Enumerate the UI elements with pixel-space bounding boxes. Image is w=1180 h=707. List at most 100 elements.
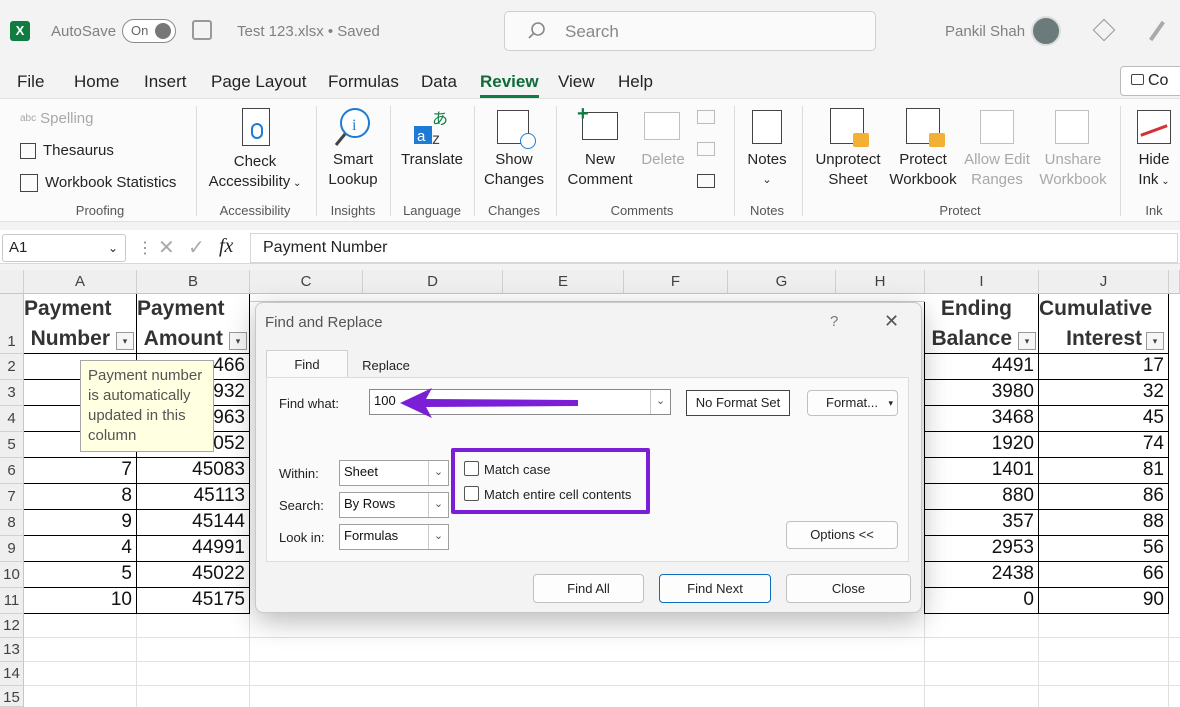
- cell-b6[interactable]: 45083: [137, 458, 250, 484]
- filter-dropdown-icon[interactable]: ▾: [1146, 332, 1164, 350]
- cell-b9[interactable]: 44991: [137, 536, 250, 562]
- cell-j5[interactable]: 74: [1039, 432, 1169, 458]
- column-header-k[interactable]: [1169, 270, 1180, 294]
- menu-help[interactable]: Help: [618, 72, 653, 92]
- menu-review[interactable]: Review: [480, 72, 539, 98]
- filter-dropdown-icon[interactable]: ▾: [1018, 332, 1036, 350]
- row-header-3[interactable]: 3: [0, 380, 24, 406]
- cell-b11[interactable]: 45175: [137, 588, 250, 614]
- cell-i4[interactable]: 3468: [925, 406, 1039, 432]
- menu-data[interactable]: Data: [421, 72, 457, 92]
- cell-a9[interactable]: 4: [24, 536, 137, 562]
- formula-input[interactable]: Payment Number: [250, 233, 1178, 263]
- filter-dropdown-icon[interactable]: ▾: [229, 332, 247, 350]
- unprotect-sheet-button[interactable]: Unprotect Sheet: [810, 150, 886, 190]
- check-accessibility-button[interactable]: Check Accessibility ⌄: [200, 152, 310, 194]
- enter-icon[interactable]: ✓: [188, 235, 205, 260]
- column-header-a[interactable]: A: [24, 270, 137, 294]
- find-next-button[interactable]: Find Next: [659, 574, 771, 603]
- cell-i7[interactable]: 880: [925, 484, 1039, 510]
- cell-i8[interactable]: 357: [925, 510, 1039, 536]
- insert-function-button[interactable]: fx: [219, 235, 233, 258]
- cell-b7[interactable]: 45113: [137, 484, 250, 510]
- protect-workbook-button[interactable]: Protect Workbook: [884, 150, 962, 190]
- chevron-down-icon[interactable]: ⌄: [650, 390, 670, 414]
- cell-j11[interactable]: 90: [1039, 588, 1169, 614]
- cell-j2[interactable]: 17: [1039, 354, 1169, 380]
- cell-j6[interactable]: 81: [1039, 458, 1169, 484]
- show-comments-icon[interactable]: [697, 174, 715, 188]
- cell-i11[interactable]: 0: [925, 588, 1039, 614]
- menu-insert[interactable]: Insert: [144, 72, 187, 92]
- corner-select-all[interactable]: [0, 270, 24, 294]
- smart-lookup-button[interactable]: Smart Lookup: [322, 150, 384, 190]
- help-button[interactable]: ?: [830, 313, 838, 330]
- new-comment-button[interactable]: New Comment: [562, 150, 638, 190]
- column-header-f[interactable]: F: [624, 270, 728, 294]
- avatar[interactable]: [1031, 16, 1061, 46]
- tab-replace[interactable]: Replace: [348, 354, 424, 378]
- cell-i6[interactable]: 1401: [925, 458, 1039, 484]
- cell-b8[interactable]: 45144: [137, 510, 250, 536]
- row-header-6[interactable]: 6: [0, 458, 24, 484]
- cell-i2[interactable]: 4491: [925, 354, 1039, 380]
- cell-j9[interactable]: 56: [1039, 536, 1169, 562]
- row-header-10[interactable]: 10: [0, 562, 24, 588]
- column-header-g[interactable]: G: [728, 270, 836, 294]
- no-format-set-button[interactable]: No Format Set: [686, 390, 790, 416]
- look-in-select[interactable]: Formulas ⌄: [339, 524, 449, 550]
- row-header-8[interactable]: 8: [0, 510, 24, 536]
- cancel-icon[interactable]: ✕: [158, 235, 175, 260]
- delete-comment-button[interactable]: Delete: [636, 150, 690, 170]
- options-button[interactable]: Options <<: [786, 521, 898, 549]
- notes-button[interactable]: Notes ⌄: [740, 150, 794, 190]
- row-header-5[interactable]: 5: [0, 432, 24, 458]
- menu-formulas[interactable]: Formulas: [328, 72, 399, 92]
- save-icon[interactable]: [192, 20, 212, 40]
- column-header-j[interactable]: J: [1039, 270, 1169, 294]
- cell-j7[interactable]: 86: [1039, 484, 1169, 510]
- cell-i9[interactable]: 2953: [925, 536, 1039, 562]
- comments-button[interactable]: Co: [1120, 66, 1180, 96]
- thesaurus-button[interactable]: Thesaurus: [20, 141, 114, 161]
- cell-a8[interactable]: 9: [24, 510, 137, 536]
- column-header-d[interactable]: D: [363, 270, 503, 294]
- cell-a10[interactable]: 5: [24, 562, 137, 588]
- autosave-toggle[interactable]: On: [122, 19, 176, 43]
- cell-a7[interactable]: 8: [24, 484, 137, 510]
- cell-j8[interactable]: 88: [1039, 510, 1169, 536]
- allow-edit-ranges-button[interactable]: Allow Edit Ranges: [958, 150, 1036, 190]
- menu-view[interactable]: View: [558, 72, 595, 92]
- workbook-statistics-button[interactable]: Workbook Statistics: [20, 173, 176, 193]
- row-header-2[interactable]: 2: [0, 354, 24, 380]
- row-header-9[interactable]: 9: [0, 536, 24, 562]
- name-box[interactable]: A1 ⌄: [2, 234, 126, 262]
- close-icon[interactable]: ✕: [884, 311, 899, 332]
- format-button[interactable]: Format... ▾: [807, 390, 898, 416]
- column-header-h[interactable]: H: [836, 270, 925, 294]
- cell-j4[interactable]: 45: [1039, 406, 1169, 432]
- cell-i10[interactable]: 2438: [925, 562, 1039, 588]
- row-header-11[interactable]: 11: [0, 588, 24, 614]
- hide-ink-button[interactable]: Hide Ink ⌄: [1128, 150, 1180, 192]
- search-select[interactable]: By Rows ⌄: [339, 492, 449, 518]
- row-header-4[interactable]: 4: [0, 406, 24, 432]
- menu-page-layout[interactable]: Page Layout: [211, 72, 306, 92]
- cell-a11[interactable]: 10: [24, 588, 137, 614]
- column-header-c[interactable]: C: [250, 270, 363, 294]
- cell-i3[interactable]: 3980: [925, 380, 1039, 406]
- within-select[interactable]: Sheet ⌄: [339, 460, 449, 486]
- column-header-i[interactable]: I: [925, 270, 1039, 294]
- row-header-12[interactable]: 12: [0, 614, 24, 638]
- cell-i5[interactable]: 1920: [925, 432, 1039, 458]
- tab-find[interactable]: Find: [266, 350, 348, 378]
- menu-home[interactable]: Home: [74, 72, 119, 92]
- spelling-button[interactable]: abc Spelling: [20, 109, 94, 129]
- unshare-workbook-button[interactable]: Unshare Workbook: [1034, 150, 1112, 190]
- row-header-1[interactable]: 1: [0, 294, 24, 354]
- search-box[interactable]: Search: [504, 11, 876, 51]
- row-header-15[interactable]: 15: [0, 686, 24, 707]
- more-options-icon[interactable]: ⋮: [137, 238, 153, 258]
- show-changes-button[interactable]: Show Changes: [478, 150, 550, 190]
- cell-j3[interactable]: 32: [1039, 380, 1169, 406]
